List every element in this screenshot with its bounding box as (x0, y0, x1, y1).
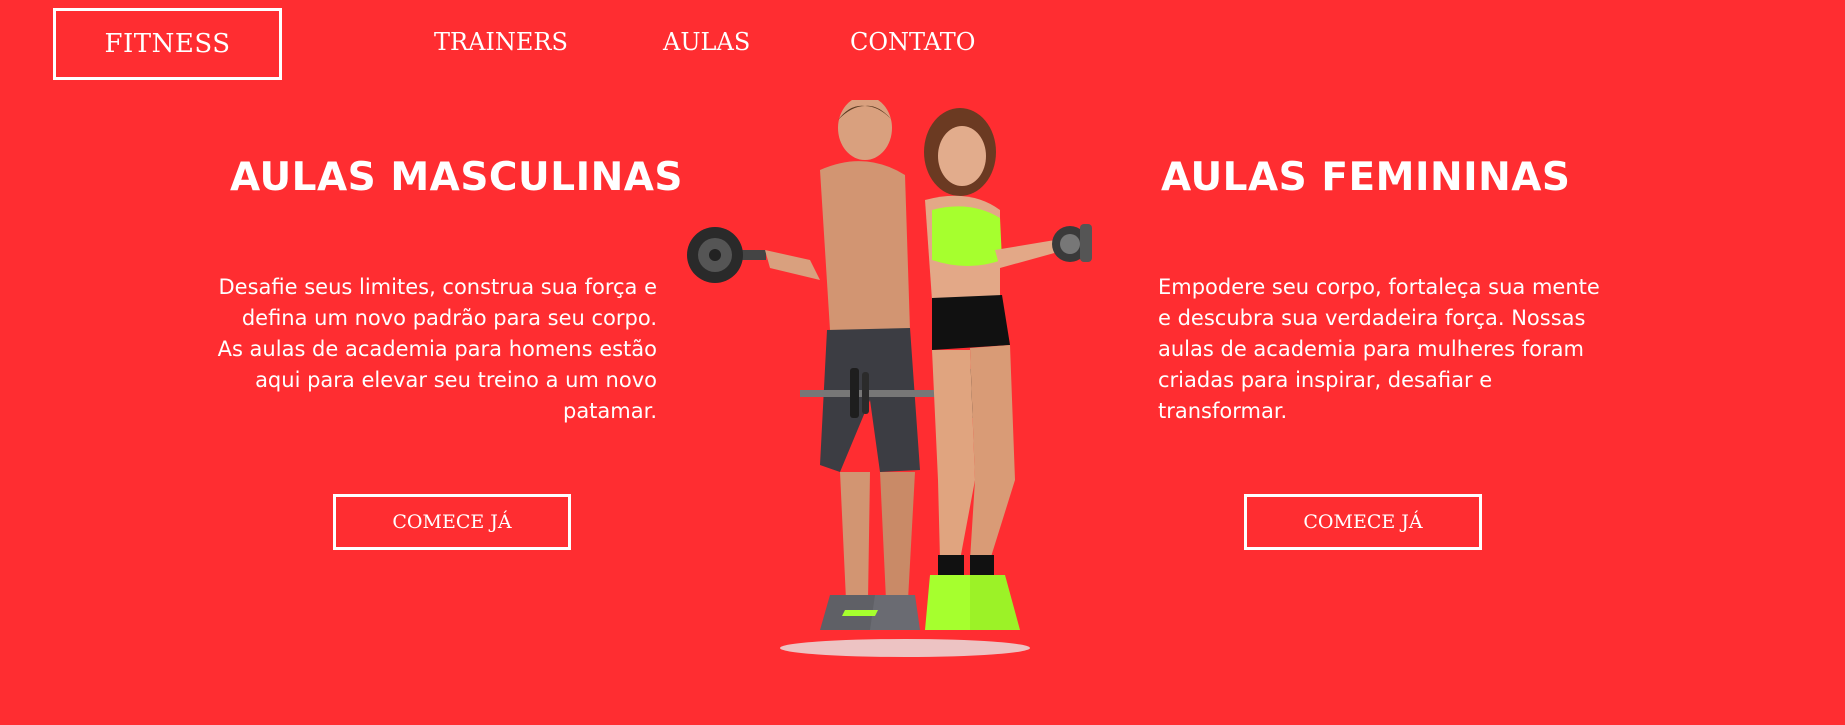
comece-ja-button-femininas[interactable]: COMECE JÁ (1244, 494, 1482, 550)
hero-fitness-couple-image (687, 100, 1092, 657)
dumbbell-right-icon (1052, 224, 1092, 262)
nav-item-trainers[interactable]: TRAINERS (434, 28, 568, 56)
section-title-masculinas: AULAS MASCULINAS (230, 155, 683, 200)
nav-item-aulas[interactable]: AULAS (663, 28, 750, 56)
section-text-femininas: Empodere seu corpo, fortaleça sua mente … (1158, 275, 1600, 423)
logo-text: FITNESS (104, 29, 231, 59)
section-title-femininas: AULAS FEMININAS (1161, 155, 1571, 200)
comece-ja-button-masculinas[interactable]: COMECE JÁ (333, 494, 571, 550)
landing-page: FITNESS TRAINERS AULAS CONTATO AULAS MAS… (0, 0, 1845, 725)
button-label: COMECE JÁ (1303, 511, 1423, 533)
logo-button[interactable]: FITNESS (53, 8, 282, 80)
section-text-masculinas: Desafie seus limites, construa sua força… (217, 275, 657, 423)
dumbbell-left-icon (687, 227, 766, 283)
button-label: COMECE JÁ (392, 511, 512, 533)
nav-item-contato[interactable]: CONTATO (850, 28, 975, 56)
